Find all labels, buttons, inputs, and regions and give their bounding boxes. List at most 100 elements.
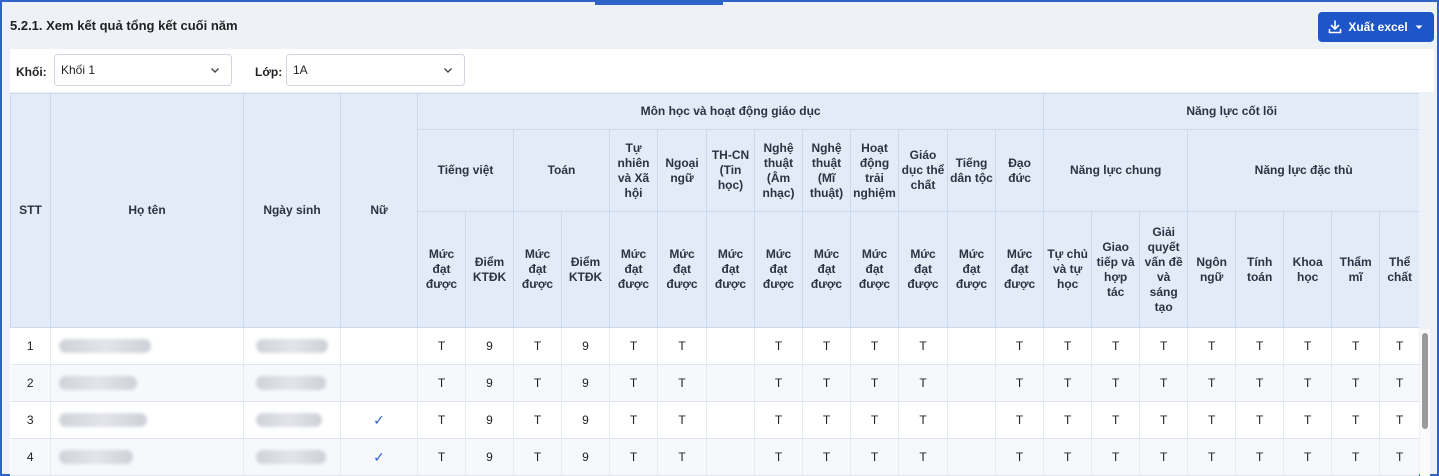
female-cell: ✓ <box>340 401 418 439</box>
level-header: Mức đạt được <box>947 211 996 328</box>
level-header: Mức đạt được <box>754 211 803 328</box>
row-stt: 4 <box>10 438 51 476</box>
female-cell <box>340 364 418 402</box>
subject-header: Ngoại ngữ <box>657 129 707 212</box>
result-cell <box>947 327 996 365</box>
result-cell: 9 <box>465 327 514 365</box>
table-row[interactable]: 3 ✓ T 9 T 9 T T T T T T T T T T T T T T T <box>10 401 1419 439</box>
dob-cell <box>243 401 341 439</box>
export-excel-button[interactable]: Xuất excel <box>1318 12 1434 42</box>
export-excel-label: Xuất excel <box>1348 20 1408 34</box>
result-cell: T <box>1091 364 1141 402</box>
result-cell: T <box>802 327 851 365</box>
vertical-scrollbar[interactable] <box>1420 329 1430 476</box>
result-cell: T <box>609 438 658 476</box>
result-cell: T <box>754 401 803 439</box>
level-header: Mức đạt được <box>850 211 899 328</box>
scrollbar-thumb[interactable] <box>1422 333 1428 429</box>
result-cell: T <box>609 327 658 365</box>
col-header-stt: STT <box>10 93 51 328</box>
student-name-cell <box>50 364 244 402</box>
result-cell: T <box>1187 364 1237 402</box>
subject-header: Tiếng việt <box>417 129 514 212</box>
result-cell: T <box>1283 438 1333 476</box>
result-cell: T <box>1091 327 1141 365</box>
row-stt: 3 <box>10 401 51 439</box>
result-cell: T <box>1043 438 1093 476</box>
result-cell: T <box>657 401 707 439</box>
result-cell: T <box>657 438 707 476</box>
col-header-dob: Ngày sinh <box>243 93 341 328</box>
result-cell: T <box>1187 401 1237 439</box>
result-cell: T <box>1283 327 1333 365</box>
level-header: Mức đạt được <box>609 211 658 328</box>
result-cell: T <box>1379 364 1419 402</box>
result-cell: T <box>1283 364 1333 402</box>
competency-item-header: Giao tiếp và hợp tác <box>1091 211 1141 328</box>
result-cell: T <box>995 327 1045 365</box>
result-cell: T <box>1235 438 1285 476</box>
result-cell: T <box>657 327 707 365</box>
result-cell: T <box>898 438 948 476</box>
result-cell: T <box>1331 401 1381 439</box>
active-tab-indicator <box>595 2 723 5</box>
student-name-cell <box>50 401 244 439</box>
result-cell: T <box>1235 327 1285 365</box>
result-cell: T <box>1379 327 1419 365</box>
table-row[interactable]: 4 ✓ T 9 T 9 T T T T T T T T T T T T T T T <box>10 438 1419 476</box>
student-name-cell <box>50 327 244 365</box>
competency-item-header: Giải quyết vấn đề và sáng tạo <box>1139 211 1189 328</box>
grade-select[interactable]: Khối 1 <box>54 54 232 86</box>
subject-header: Tiếng dân tộc <box>947 129 996 212</box>
result-cell: T <box>1331 327 1381 365</box>
col-header-female: Nữ <box>340 93 418 328</box>
result-cell: T <box>1139 364 1189 402</box>
level-header: Mức đạt được <box>706 211 755 328</box>
result-cell: T <box>609 401 658 439</box>
subject-header: Đạo đức <box>994 129 1045 212</box>
result-cell: T <box>1139 401 1189 439</box>
result-cell: T <box>802 364 851 402</box>
female-cell: ✓ <box>340 438 418 476</box>
result-cell: T <box>1331 438 1381 476</box>
class-select[interactable]: 1A <box>286 54 465 86</box>
result-cell: T <box>513 401 562 439</box>
caret-down-icon[interactable] <box>1414 22 1424 32</box>
result-cell: T <box>513 327 562 365</box>
specific-competency-header: Năng lực đặc thù <box>1187 129 1419 212</box>
result-cell: T <box>1091 438 1141 476</box>
chevron-down-icon <box>442 64 454 79</box>
result-cell: T <box>1379 401 1419 439</box>
result-cell: T <box>417 401 466 439</box>
table-row[interactable]: 2T9T9TTTTTTTTTTTTTTT <box>10 364 1419 402</box>
table-row[interactable]: 1T9T9TTTTTTTTTTTTTTT <box>10 327 1419 365</box>
result-cell <box>947 364 996 402</box>
competency-item-header: Tự chủ và tự học <box>1043 211 1093 328</box>
result-cell: T <box>995 364 1045 402</box>
result-cell: T <box>1331 364 1381 402</box>
competency-item-header: Thẩm mĩ <box>1331 211 1381 328</box>
result-cell: T <box>850 438 899 476</box>
redacted-name <box>59 376 137 391</box>
row-stt: 1 <box>10 327 51 365</box>
result-cell: T <box>513 438 562 476</box>
result-cell: 9 <box>561 364 610 402</box>
score-header: Điểm KTĐK <box>465 211 514 328</box>
result-cell: T <box>1235 401 1285 439</box>
result-cell: T <box>995 438 1045 476</box>
section-title: 5.2.1. Xem kết quả tổng kết cuối năm <box>10 18 238 33</box>
redacted-dob <box>256 376 326 391</box>
female-cell <box>340 327 418 365</box>
result-cell: T <box>1139 327 1189 365</box>
row-stt: 2 <box>10 364 51 402</box>
redacted-name <box>59 450 133 465</box>
filter-bar: Khối: Khối 1 Lớp: 1A <box>10 49 1434 92</box>
result-cell: T <box>754 438 803 476</box>
redacted-dob <box>256 413 322 428</box>
result-cell: T <box>898 364 948 402</box>
result-cell: T <box>1091 401 1141 439</box>
subject-header: Toán <box>513 129 610 212</box>
result-cell <box>947 401 996 439</box>
subject-header: Tự nhiên và Xã hội <box>609 129 658 212</box>
level-header: Mức đạt được <box>802 211 851 328</box>
